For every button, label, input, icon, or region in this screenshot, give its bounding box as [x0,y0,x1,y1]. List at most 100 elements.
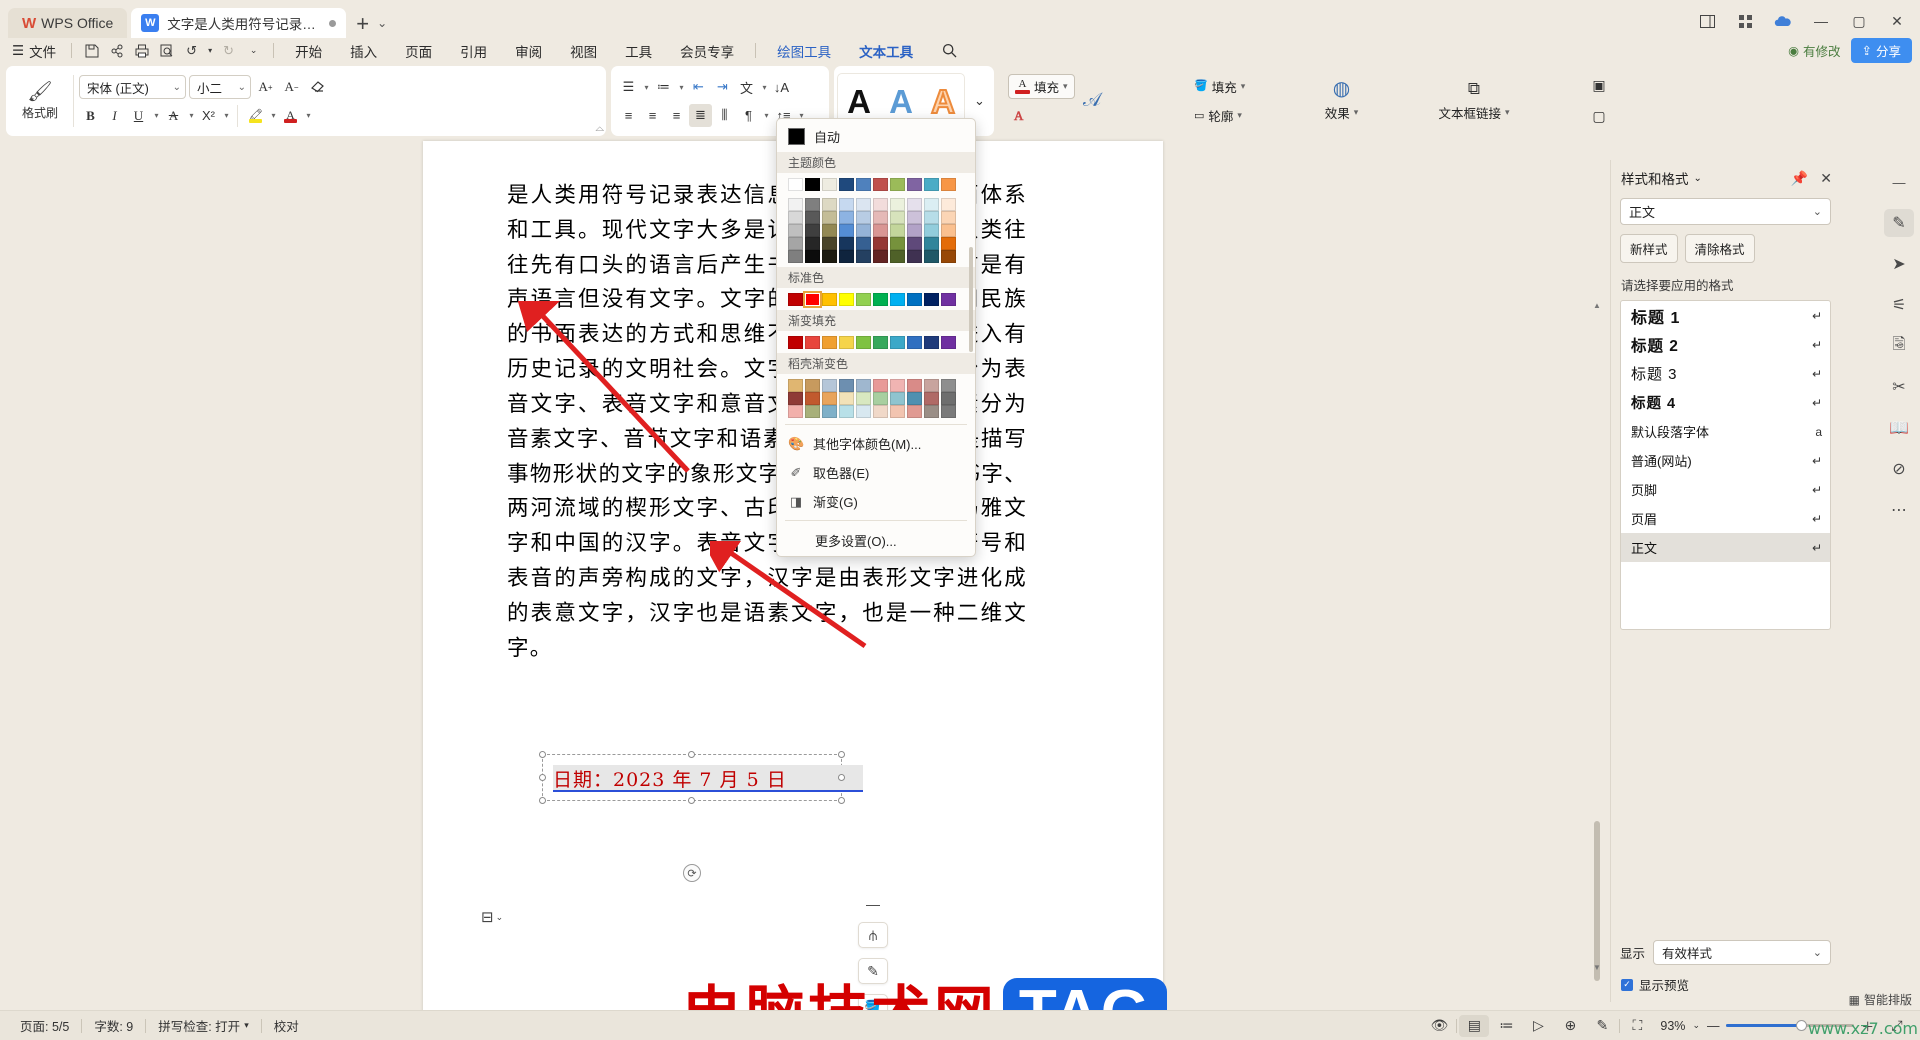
bold-button[interactable]: B [79,104,102,127]
edit-brush-icon[interactable]: ✎ [1587,1015,1617,1037]
clear-formatting-button[interactable] [306,76,329,99]
number-caret-icon[interactable]: ▾ [676,76,686,99]
color-swatch[interactable] [873,379,888,392]
text-effects-button[interactable]: 𝒜 [1081,90,1104,113]
color-swatch[interactable] [907,237,922,250]
color-swatch[interactable] [907,293,922,306]
color-swatch[interactable] [941,198,956,211]
color-swatch[interactable] [839,336,854,349]
menu-item-view[interactable]: 视图 [556,38,611,64]
color-swatch[interactable] [822,405,837,418]
dropdown-item-more-font-colors[interactable]: 🎨 其他字体颜色(M)... [777,429,975,458]
color-swatch[interactable] [822,293,837,306]
format-painter-button[interactable]: 🖌 格式刷 [12,82,68,121]
color-swatch[interactable] [873,392,888,405]
color-swatch[interactable] [822,198,837,211]
color-swatch[interactable] [924,379,939,392]
rotate-handle[interactable]: ⟳ [683,864,701,882]
highlight-color-button[interactable]: 🖍 [244,104,267,127]
color-swatch[interactable] [890,379,905,392]
color-swatch[interactable] [856,379,871,392]
color-swatch[interactable] [907,211,922,224]
color-swatch[interactable] [873,198,888,211]
grow-font-button[interactable]: A + [254,76,277,99]
text-outline-button[interactable]: A [1008,103,1075,128]
shape-effect-button[interactable]: 效果 ▾ [1319,100,1365,125]
superscript-caret-icon[interactable]: ▾ [221,104,231,127]
dropdown-item-eyedropper[interactable]: ✐ 取色器(E) [777,458,975,487]
align-objects-icon[interactable]: ▣ [1588,74,1611,97]
color-swatch[interactable] [788,178,803,191]
color-swatch[interactable] [890,211,905,224]
color-swatch[interactable] [873,293,888,306]
color-swatch[interactable] [839,198,854,211]
read-icon[interactable]: ▷ [1523,1015,1553,1037]
book-search-icon[interactable]: 📖 [1884,414,1914,442]
color-swatch[interactable] [873,224,888,237]
color-swatch[interactable] [924,211,939,224]
color-swatch[interactable] [805,405,820,418]
menu-item-drawing-tools[interactable]: 绘图工具 [763,38,845,64]
settings-sliders-icon[interactable]: ⚟ [1884,291,1914,319]
vertical-scrollbar[interactable]: ▲ ▼ [1592,301,1602,981]
color-swatch[interactable] [856,392,871,405]
color-swatch[interactable] [839,379,854,392]
style-list-item[interactable]: 正文 ↵ [1621,533,1830,562]
scrollbar-thumb[interactable] [1594,821,1600,981]
color-swatch[interactable] [924,198,939,211]
menu-item-insert[interactable]: 插入 [336,38,391,64]
strikethrough-button[interactable]: A [162,104,185,127]
font-color-button[interactable]: A [279,104,302,127]
textbox-link-button[interactable]: 文本框链接 ▾ [1432,100,1515,125]
menu-item-text-tools[interactable]: 文本工具 [845,38,927,64]
increase-indent-button[interactable]: ⇥ [711,76,734,99]
magic-tools-icon[interactable]: ✂ [1884,373,1914,401]
eye-icon[interactable]: 👁 [1424,1015,1454,1037]
color-swatch[interactable] [839,392,854,405]
search-icon[interactable] [937,40,962,61]
color-swatch[interactable] [890,224,905,237]
color-swatch[interactable] [907,224,922,237]
color-swatch[interactable] [822,336,837,349]
color-swatch[interactable] [839,224,854,237]
color-swatch[interactable] [856,237,871,250]
align-left-button[interactable]: ≡ [617,104,640,127]
menu-item-tools[interactable]: 工具 [611,38,666,64]
color-swatch[interactable] [805,250,820,263]
menu-item-member[interactable]: 会员专享 [666,38,748,64]
color-swatch[interactable] [856,293,871,306]
color-swatch[interactable] [805,178,820,191]
resize-handle-e[interactable] [838,773,845,781]
proofread-button[interactable]: 校对 [262,1016,311,1035]
color-swatch[interactable] [941,336,956,349]
quick-access-more-icon[interactable]: ⌄ [241,40,266,61]
outline-icon[interactable]: ≔ [1491,1015,1521,1037]
maximize-window-button[interactable]: ▢ [1842,8,1876,34]
dropdown-auto-color[interactable]: 自动 [777,123,975,150]
color-swatch[interactable] [924,237,939,250]
close-icon[interactable]: ✕ [1820,170,1832,187]
selected-text-box[interactable]: 日期：2023 年 7 月 5 日 [539,751,863,804]
new-style-button[interactable]: 新样式 [1620,234,1678,263]
new-tab-button[interactable]: + [346,13,377,38]
app-button[interactable]: W WPS Office [8,8,128,38]
underline-caret-icon[interactable]: ▾ [151,104,161,127]
share-button[interactable]: ⇪ 分享 [1850,38,1912,63]
color-swatch[interactable] [941,293,956,306]
color-swatch[interactable] [924,336,939,349]
minimize-window-button[interactable]: — [1804,8,1838,34]
color-swatch[interactable] [890,237,905,250]
style-list-item[interactable]: 页眉 ↵ [1621,504,1830,533]
style-list-item[interactable]: 标题 1 ↵ [1621,301,1830,330]
current-style-select[interactable]: 正文 ⌄ [1620,198,1831,225]
dropdown-scrollbar[interactable] [969,247,973,352]
color-swatch[interactable] [873,336,888,349]
color-swatch[interactable] [941,211,956,224]
color-swatch[interactable] [873,237,888,250]
rail-minimize-button[interactable]: — [1884,168,1914,196]
color-swatch[interactable] [839,293,854,306]
color-swatch[interactable] [803,291,822,308]
save-icon[interactable] [79,40,104,61]
color-swatch[interactable] [856,211,871,224]
print-preview-icon[interactable] [154,40,179,61]
